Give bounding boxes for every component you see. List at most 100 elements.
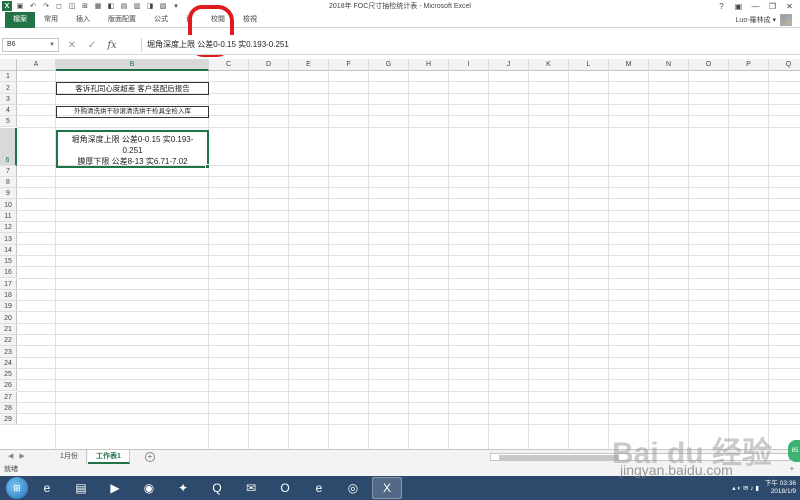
column-header-p[interactable]: P bbox=[729, 59, 769, 71]
row-header-23[interactable]: 23 bbox=[0, 346, 17, 358]
sheet-tab-sheet1[interactable]: 工作表1 bbox=[88, 450, 130, 464]
sheet-nav-prev-icon[interactable]: ◀ bbox=[8, 453, 19, 460]
row-header-27[interactable]: 27 bbox=[0, 391, 17, 403]
sheet-nav-next-icon[interactable]: ▶ bbox=[19, 453, 30, 460]
column-header-n[interactable]: N bbox=[649, 59, 689, 71]
row-header-17[interactable]: 17 bbox=[0, 278, 17, 290]
row-header-12[interactable]: 12 bbox=[0, 222, 17, 234]
outlook-icon[interactable]: O bbox=[270, 477, 300, 499]
column-header-d[interactable]: D bbox=[249, 59, 289, 71]
row-header-2[interactable]: 2 bbox=[0, 82, 17, 94]
account-area[interactable]: Luo-羅林成 ▾ bbox=[736, 12, 792, 28]
row-header-14[interactable]: 14 bbox=[0, 244, 17, 256]
qat-icon-4[interactable]: ▦ bbox=[93, 1, 103, 11]
qat-icon-3[interactable]: ⊞ bbox=[80, 1, 90, 11]
close-button[interactable]: ✕ bbox=[781, 2, 798, 11]
qat-icon-7[interactable]: ▥ bbox=[132, 1, 142, 11]
row-header-18[interactable]: 18 bbox=[0, 289, 17, 302]
formula-input[interactable]: 堀角深度上限 公差0-0.15 实0.193-0.251 bbox=[141, 38, 796, 52]
media-player-icon[interactable]: ▶ bbox=[100, 477, 130, 499]
tab-review[interactable]: 校閱 bbox=[202, 12, 234, 28]
tab-view[interactable]: 檢視 bbox=[234, 12, 266, 28]
horizontal-scrollbar[interactable] bbox=[490, 453, 790, 461]
app-circle-icon[interactable]: ◎ bbox=[338, 477, 368, 499]
ie-icon[interactable]: e bbox=[32, 477, 62, 499]
row-header-13[interactable]: 13 bbox=[0, 233, 17, 245]
sheet-nav[interactable]: ◀▶ bbox=[8, 452, 31, 460]
cell-b4[interactable]: 外购清洗烘干砂滚清洗烘干检具全检入库 bbox=[56, 106, 209, 118]
qat-icon-5[interactable]: ◧ bbox=[106, 1, 116, 11]
row-header-5[interactable]: 5 bbox=[0, 116, 17, 128]
row-header-19[interactable]: 19 bbox=[0, 301, 17, 313]
redo-icon[interactable]: ↷ bbox=[41, 1, 51, 11]
chevron-down-icon[interactable]: ▼ bbox=[49, 39, 55, 51]
clock[interactable]: 下午 03:36 2018/1/9 bbox=[765, 480, 796, 496]
row-header-4[interactable]: 4 bbox=[0, 104, 17, 117]
select-all-corner[interactable] bbox=[0, 59, 17, 71]
account-name[interactable]: Luo-羅林成 ▾ bbox=[736, 15, 776, 25]
row-header-21[interactable]: 21 bbox=[0, 323, 17, 335]
row-header-20[interactable]: 20 bbox=[0, 312, 17, 324]
column-header-b[interactable]: B bbox=[56, 59, 209, 71]
name-box[interactable]: B6 ▼ bbox=[2, 38, 59, 52]
zoom-in-icon[interactable]: + bbox=[790, 464, 794, 476]
qat-icon-9[interactable]: ▧ bbox=[158, 1, 168, 11]
column-header-q[interactable]: Q bbox=[769, 59, 800, 71]
tab-data[interactable]: 資 bbox=[177, 12, 202, 28]
row-header-11[interactable]: 11 bbox=[0, 210, 17, 222]
tray-icons[interactable]: ▴ ◐ ✉ ♪ ▮ bbox=[732, 484, 759, 492]
app-fox-icon[interactable]: ✦ bbox=[168, 477, 198, 499]
qat-icon-8[interactable]: ◨ bbox=[145, 1, 155, 11]
column-header-h[interactable]: H bbox=[409, 59, 449, 71]
row-header-6[interactable]: 6 bbox=[0, 127, 17, 166]
excel-app-icon[interactable]: X bbox=[2, 1, 12, 11]
row-header-3[interactable]: 3 bbox=[0, 93, 17, 105]
row-header-1[interactable]: 1 bbox=[0, 71, 17, 83]
column-header-j[interactable]: J bbox=[489, 59, 529, 71]
row-header-7[interactable]: 7 bbox=[0, 165, 17, 177]
insert-function-icon[interactable]: fx bbox=[102, 40, 122, 51]
tab-insert[interactable]: 插入 bbox=[67, 12, 99, 28]
row-header-9[interactable]: 9 bbox=[0, 188, 17, 200]
scrollbar-thumb[interactable] bbox=[499, 455, 619, 460]
column-header-o[interactable]: O bbox=[689, 59, 729, 71]
cell-b6-active[interactable]: 堀角深度上限 公差0-0.15 实0.193- 0.251 膜厚下限 公差8-1… bbox=[56, 130, 210, 169]
column-header-k[interactable]: K bbox=[529, 59, 569, 71]
qat-icon-6[interactable]: ▤ bbox=[119, 1, 129, 11]
row-header-16[interactable]: 16 bbox=[0, 267, 17, 279]
enter-icon[interactable]: ✓ bbox=[82, 40, 102, 51]
row-header-8[interactable]: 8 bbox=[0, 176, 17, 189]
tab-home[interactable]: 常用 bbox=[35, 12, 67, 28]
browser-icon[interactable]: ◉ bbox=[134, 477, 164, 499]
explorer-icon[interactable]: ▤ bbox=[66, 477, 96, 499]
wechat-icon[interactable]: ✉ bbox=[236, 477, 266, 499]
restore-button[interactable]: ❐ bbox=[764, 2, 781, 11]
avatar[interactable] bbox=[780, 14, 792, 26]
undo-icon[interactable]: ↶ bbox=[28, 1, 38, 11]
column-header-l[interactable]: L bbox=[569, 59, 609, 71]
row-header-22[interactable]: 22 bbox=[0, 335, 17, 347]
worksheet-grid[interactable]: ABCDEFGHIJKLMNOPQ 1 2 3 4 5 6 7 8 9 10 11 12 13 14 15 1… bbox=[0, 59, 800, 449]
column-header-m[interactable]: M bbox=[609, 59, 649, 71]
row-header-15[interactable]: 15 bbox=[0, 255, 17, 268]
row-header-10[interactable]: 10 bbox=[0, 199, 17, 211]
excel-taskbar-icon[interactable]: X bbox=[372, 477, 402, 499]
minimize-button[interactable]: — bbox=[747, 2, 764, 11]
side-badge[interactable]: 85 bbox=[788, 440, 800, 462]
column-header-e[interactable]: E bbox=[289, 59, 329, 71]
add-sheet-icon[interactable]: + bbox=[145, 452, 155, 462]
row-header-25[interactable]: 25 bbox=[0, 368, 17, 381]
tab-formulas[interactable]: 公式 bbox=[145, 12, 177, 28]
qat-icon-2[interactable]: ◫ bbox=[67, 1, 77, 11]
save-icon[interactable]: ▣ bbox=[15, 1, 25, 11]
row-header-24[interactable]: 24 bbox=[0, 357, 17, 369]
cancel-icon[interactable]: ✕ bbox=[62, 40, 82, 51]
help-button[interactable]: ? bbox=[713, 2, 730, 11]
fill-handle[interactable] bbox=[205, 164, 210, 169]
qat-icon-1[interactable]: ◻ bbox=[54, 1, 64, 11]
column-header-c[interactable]: C bbox=[209, 59, 249, 71]
row-header-29[interactable]: 29 bbox=[0, 414, 17, 426]
sheet-tab-january[interactable]: 1月份 bbox=[52, 450, 87, 464]
row-header-26[interactable]: 26 bbox=[0, 380, 17, 392]
tab-file[interactable]: 檔案 bbox=[5, 11, 35, 28]
